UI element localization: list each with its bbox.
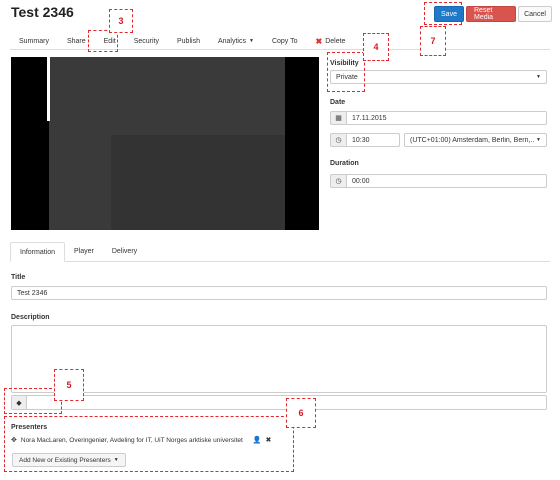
page-title: Test 2346 [11,4,74,20]
duration-input-group: ◷ 00:00 [330,174,547,188]
annotation-box-presenters [4,416,294,472]
duration-label: Duration [330,160,359,167]
date-input-group: ▦ 17.11.2015 [330,111,547,125]
tab-label: Delete [325,37,346,45]
annotation-box-save [424,2,462,25]
timezone-select[interactable]: (UTC+01:00) Amsterdam, Berlin, Bern,... … [404,133,547,147]
title-field[interactable]: Test 2346 [11,286,547,300]
title-label: Title [11,274,26,281]
annotation-number: 5 [54,369,84,401]
caret-down-icon: ▼ [536,74,541,80]
tab-label: Share [66,37,86,45]
tab-player[interactable]: Player [65,242,103,261]
cancel-button[interactable]: Cancel [518,6,552,22]
annotation-number: 6 [286,398,316,428]
video-bar [47,57,50,121]
annotation-box-visibility [327,52,365,92]
tab-label: Publish [177,37,200,45]
tab-label: Security [133,37,159,45]
tab-label: Summary [19,37,49,45]
date-label: Date [330,99,346,106]
tab-label: Copy To [271,37,298,45]
annotation-number: 3 [109,9,133,33]
duration-field[interactable]: 00:00 [346,174,547,188]
video-frame-region [111,135,285,230]
reset-media-button[interactable]: Reset Media [466,6,516,22]
tab-publish[interactable]: Publish [168,38,209,45]
tab-information[interactable]: Information [10,242,66,262]
tab-delete[interactable]: ✖ Delete [307,37,355,46]
annotation-number: 7 [420,26,446,56]
tab-security[interactable]: Security [125,38,168,45]
time-field[interactable]: 10:30 [346,133,400,147]
time-input-group: ◷ 10:30 [330,133,400,147]
annotation-number: 4 [363,33,389,61]
caret-down-icon: ▼ [536,137,541,143]
tab-copy-to[interactable]: Copy To [263,38,307,45]
caret-down-icon: ▼ [248,38,254,44]
sub-tabs: Information Player Delivery [10,242,550,262]
description-textarea[interactable] [11,325,547,393]
tab-summary[interactable]: Summary [10,38,58,45]
tab-delivery[interactable]: Delivery [103,242,146,261]
timezone-value: (UTC+01:00) Amsterdam, Berlin, Bern,... [410,136,535,144]
delete-icon: ✖ [315,36,323,46]
date-field[interactable]: 17.11.2015 [346,111,547,125]
clock-icon[interactable]: ◷ [330,174,346,188]
annotation-box-edit [88,30,118,52]
video-player[interactable] [11,57,319,230]
clock-icon[interactable]: ◷ [330,133,346,147]
calendar-icon[interactable]: ▦ [330,111,346,125]
description-label: Description [11,314,50,321]
tags-input[interactable]: ◆ [11,395,547,410]
tab-label: Analytics [217,37,246,45]
tab-analytics[interactable]: Analytics ▼ [209,38,263,45]
